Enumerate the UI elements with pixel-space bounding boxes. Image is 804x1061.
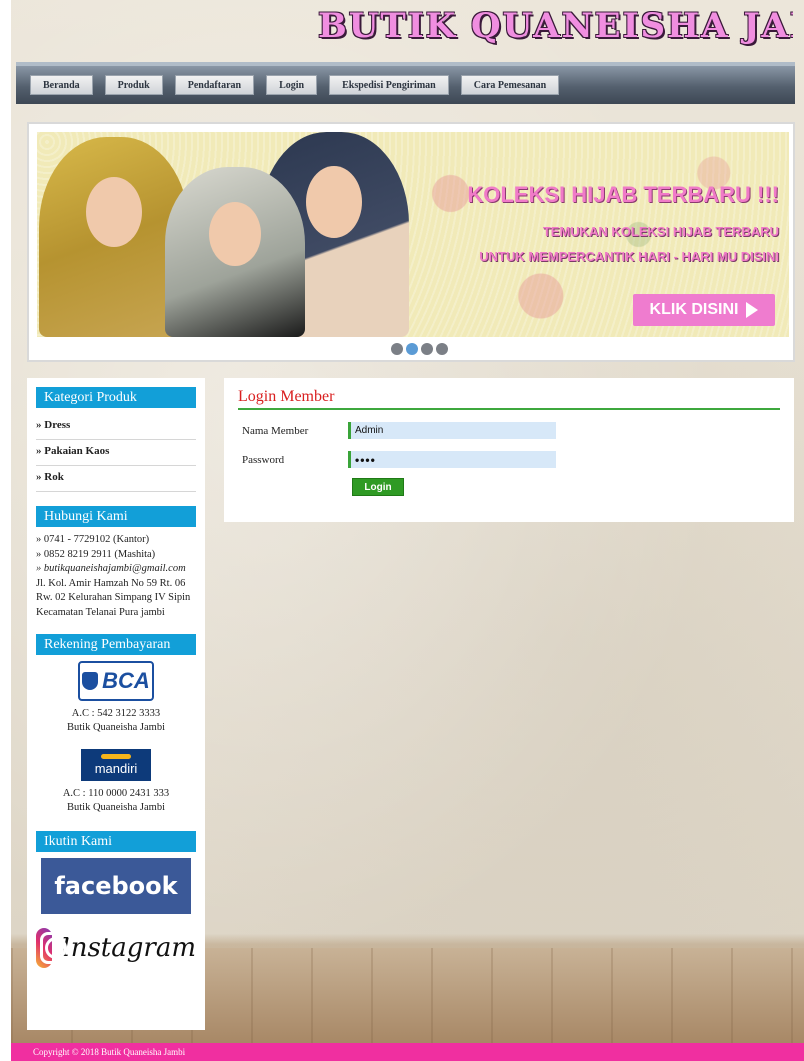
nav-login[interactable]: Login — [266, 75, 318, 95]
contact-email[interactable]: » butikquaneishajambi@gmail.com — [36, 562, 196, 577]
kategori-item-pakaian-kaos[interactable]: » Pakaian Kaos — [36, 440, 196, 466]
bca-account-number: A.C : 542 3122 3333 — [71, 708, 161, 719]
username-input[interactable] — [348, 422, 556, 439]
footer: Copyright © 2018 Butik Quaneisha Jambi — [11, 1043, 804, 1061]
mandiri-logo-text: mandiri — [94, 761, 138, 776]
play-arrow-icon — [746, 302, 759, 318]
mandiri-account-number: A.C : 110 0000 2431 333 — [62, 788, 170, 799]
slider-dot-1[interactable] — [391, 343, 403, 355]
password-row: Password — [238, 451, 780, 468]
slider-dot-4[interactable] — [436, 343, 448, 355]
login-button[interactable]: Login — [352, 478, 404, 496]
password-input[interactable] — [348, 451, 556, 468]
model-center — [165, 167, 305, 337]
username-label: Nama Member — [242, 424, 309, 437]
ikutin-heading: Ikutin Kami — [36, 831, 196, 852]
bca-account-holder: Butik Quaneisha Jambi — [67, 722, 165, 733]
slider-dots — [391, 343, 448, 355]
instagram-link[interactable]: Instagram — [36, 928, 196, 968]
models-illustration — [37, 132, 417, 337]
bca-logo: BCA — [78, 661, 154, 701]
kategori-list: » Dress » Pakaian Kaos » Rok — [36, 414, 196, 492]
klik-disini-label: KLIK DISINI — [649, 301, 739, 318]
hubungi-heading: Hubungi Kami — [36, 506, 196, 527]
site-title: BUTIK QUANEISHA JAMBI — [318, 6, 793, 46]
slider-dot-3[interactable] — [421, 343, 433, 355]
username-row: Nama Member — [238, 422, 780, 439]
nav-ekspedisi-pengiriman[interactable]: Ekspedisi Pengiriman — [329, 75, 449, 95]
login-title: Login Member — [238, 388, 780, 410]
main-nav: Beranda Produk Pendaftaran Login Ekspedi… — [16, 62, 795, 104]
slider-dot-2[interactable] — [406, 343, 418, 355]
contact-mobile-phone: » 0852 8219 2911 (Mashita) — [36, 548, 156, 560]
facebook-link[interactable]: facebook — [41, 858, 191, 914]
login-panel: Login Member Nama Member Password Login — [224, 378, 794, 522]
contact-office-phone: » 0741 - 7729102 (Kantor) — [36, 534, 150, 545]
instagram-label: Instagram — [60, 933, 196, 963]
mandiri-wave-icon — [101, 754, 131, 759]
banner-title: KOLEKSI HIJAB TERBARU !!! — [467, 182, 779, 207]
banner-subtitle-2: UNTUK MEMPERCANTIK HARI - HARI MU DISINI — [479, 249, 779, 264]
mandiri-account-holder: Butik Quaneisha Jambi — [67, 802, 165, 813]
bca-logo-text: BCA — [102, 668, 150, 693]
nav-cara-pemesanan[interactable]: Cara Pemesanan — [460, 75, 560, 95]
bca-shield-icon — [82, 672, 99, 690]
copyright-text: Copyright © 2018 Butik Quaneisha Jambi — [33, 1047, 186, 1057]
nav-pendaftaran[interactable]: Pendaftaran — [174, 75, 255, 95]
nav-produk[interactable]: Produk — [104, 75, 163, 95]
kategori-item-dress[interactable]: » Dress — [36, 414, 196, 440]
kategori-item-rok[interactable]: » Rok — [36, 466, 196, 492]
instagram-icon — [36, 928, 74, 968]
mandiri-logo: mandiri — [81, 749, 151, 781]
password-label: Password — [242, 453, 285, 466]
kategori-heading: Kategori Produk — [36, 387, 196, 408]
rekening-heading: Rekening Pembayaran — [36, 634, 196, 655]
banner-image[interactable]: KOLEKSI HIJAB TERBARU !!! TEMUKAN KOLEKS… — [37, 132, 789, 337]
sidebar: Kategori Produk » Dress » Pakaian Kaos »… — [27, 378, 205, 1030]
klik-disini-button[interactable]: KLIK DISINI — [633, 294, 775, 326]
banner-subtitle-1: TEMUKAN KOLEKSI HIJAB TERBARU — [542, 224, 779, 239]
banner-slider: KOLEKSI HIJAB TERBARU !!! TEMUKAN KOLEKS… — [27, 122, 795, 362]
contact-address: Jl. Kol. Amir Hamzah No 59 Rt. 06 Rw. 02… — [36, 577, 191, 618]
nav-beranda[interactable]: Beranda — [30, 75, 93, 95]
